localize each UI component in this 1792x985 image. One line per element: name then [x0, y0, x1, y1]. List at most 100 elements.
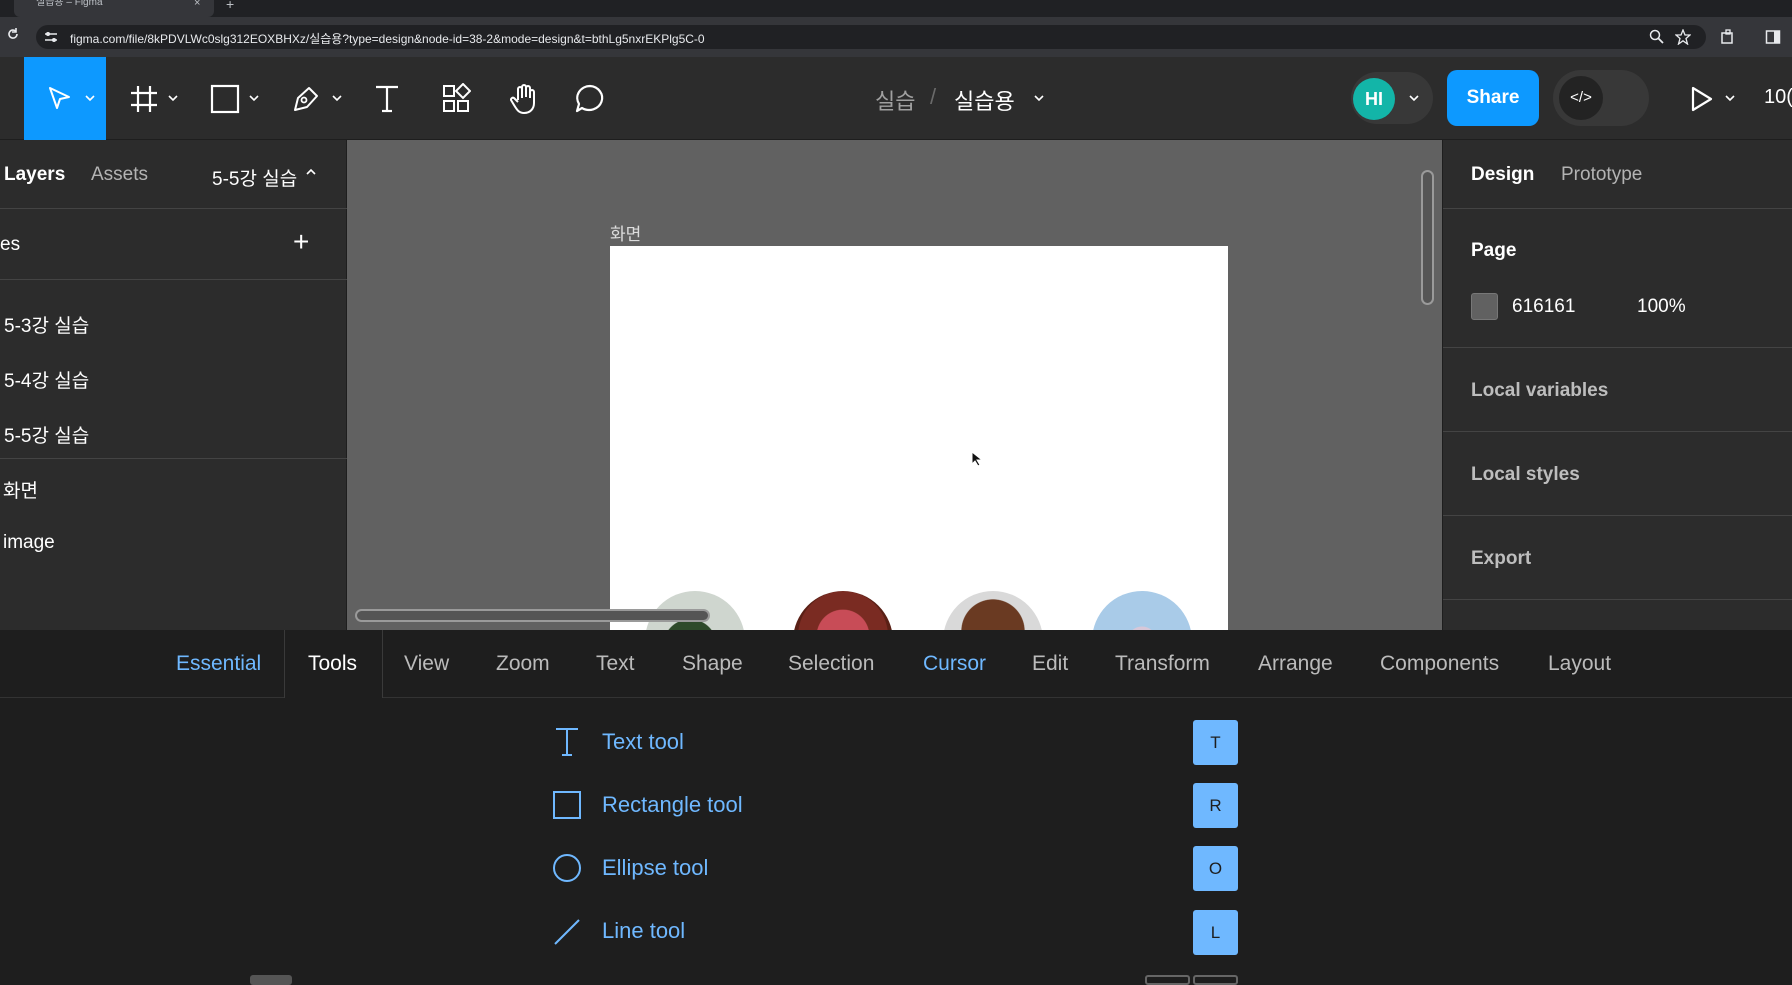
tab-tools[interactable]: Tools [308, 652, 357, 676]
ellipse-tool-icon [553, 854, 581, 882]
tab-cursor[interactable]: Cursor [923, 652, 986, 676]
page-selector[interactable]: 5-5강 실습 [212, 164, 297, 191]
tab-selection[interactable]: Selection [788, 652, 874, 676]
new-tab-button[interactable]: + [226, 0, 234, 12]
file-menu-chevron-icon[interactable] [1033, 93, 1045, 103]
browser-tab-strip [0, 0, 1792, 17]
chevron-down-icon[interactable] [84, 93, 96, 103]
shortcut-label-ellipse-tool: Ellipse tool [602, 855, 709, 880]
resources-tool-icon[interactable] [441, 83, 471, 115]
divider [1443, 599, 1792, 600]
tab-layout[interactable]: Layout [1548, 652, 1611, 676]
tab-text[interactable]: Text [596, 652, 635, 676]
shortcut-label-rectangle-tool: Rectangle tool [602, 792, 743, 817]
divider [1443, 515, 1792, 516]
chevron-up-icon[interactable] [305, 167, 317, 177]
browser-tab[interactable]: 실습용 – Figma [14, 0, 214, 17]
tab-design[interactable]: Design [1471, 164, 1534, 186]
tab-transform[interactable]: Transform [1115, 652, 1210, 676]
page-color-opacity-input[interactable]: 100% [1637, 296, 1686, 318]
page-selector-label: 5-5강 실습 [212, 169, 298, 190]
local-variables-section[interactable]: Local variables [1471, 380, 1608, 402]
side-panel-icon[interactable] [1765, 29, 1781, 45]
text-tool-icon [556, 728, 578, 756]
tab-assets[interactable]: Assets [91, 164, 148, 186]
chevron-down-icon[interactable] [167, 93, 179, 103]
hand-tool-icon[interactable] [508, 82, 542, 116]
frame-label[interactable]: 화면 [610, 220, 641, 245]
breadcrumb-separator: / [930, 84, 937, 109]
frame[interactable] [610, 246, 1228, 630]
line-tool-icon [554, 919, 580, 945]
food-image-circle[interactable] [793, 591, 893, 630]
vertical-scrollbar[interactable] [1421, 170, 1434, 305]
shortcut-key-fragment [1193, 975, 1238, 985]
frame-tool-icon[interactable] [129, 84, 159, 114]
shortcut-key-t: T [1193, 720, 1238, 765]
zoom-magnifier-icon[interactable] [1649, 29, 1665, 45]
shortcut-key-o: O [1193, 846, 1238, 891]
tab-layers[interactable]: Layers [4, 164, 65, 186]
divider [1443, 431, 1792, 432]
text-tool-icon[interactable] [372, 83, 402, 115]
present-play-icon[interactable] [1689, 85, 1715, 113]
shortcut-key-fragment [1145, 975, 1190, 985]
site-settings-icon[interactable] [44, 30, 58, 44]
page-item-current[interactable]: 5-5강 실습 [4, 421, 89, 448]
page-color-hex-input[interactable]: 616161 [1512, 296, 1575, 318]
page-item[interactable]: 5-3강 실습 [4, 311, 89, 338]
food-image-circle[interactable] [943, 591, 1043, 630]
shortcut-key-r: R [1193, 783, 1238, 828]
tab-arrange[interactable]: Arrange [1258, 652, 1333, 676]
tab-components[interactable]: Components [1380, 652, 1499, 676]
rectangle-tool-icon [553, 791, 581, 819]
shortcuts-tab-bar [0, 630, 1792, 698]
chevron-down-icon[interactable] [1408, 93, 1420, 103]
chevron-down-icon[interactable] [331, 93, 343, 103]
tab-prototype[interactable]: Prototype [1561, 164, 1642, 186]
tab-zoom[interactable]: Zoom [496, 652, 550, 676]
layer-item-frame[interactable]: 화면 [3, 476, 38, 503]
divider [0, 458, 347, 459]
divider [1443, 347, 1792, 348]
divider [0, 208, 347, 209]
avatar[interactable]: HI [1353, 78, 1395, 120]
breadcrumb-project[interactable]: 실습 [875, 84, 915, 116]
share-button[interactable]: Share [1447, 70, 1539, 126]
local-styles-section[interactable]: Local styles [1471, 464, 1580, 486]
page-color-swatch[interactable] [1471, 293, 1498, 320]
tab-shape[interactable]: Shape [682, 652, 743, 676]
tab-essential[interactable]: Essential [176, 652, 261, 676]
zoom-level[interactable]: 10( [1764, 86, 1792, 109]
shortcut-key-l: L [1193, 910, 1238, 955]
horizontal-scrollbar[interactable] [355, 609, 710, 622]
tab-edit[interactable]: Edit [1032, 652, 1068, 676]
url-text: figma.com/file/8kPDVLWc0slg312EOXBHXz/실습… [70, 32, 705, 46]
browser-tab-title: 실습용 – Figma [36, 0, 103, 8]
dev-mode-icon[interactable]: </> [1559, 76, 1603, 120]
shortcut-key-fragment [250, 975, 292, 985]
food-image-circle[interactable] [1092, 591, 1192, 630]
page-section-title: Page [1471, 240, 1517, 261]
pen-tool-icon[interactable] [291, 84, 321, 114]
divider [0, 279, 347, 280]
layer-item-image[interactable]: image [3, 532, 55, 554]
mouse-pointer-icon [971, 451, 984, 467]
tab-close-icon[interactable]: × [194, 0, 200, 9]
export-section[interactable]: Export [1471, 548, 1531, 570]
shortcut-label-text-tool: Text tool [602, 729, 684, 754]
file-name[interactable]: 실습용 [954, 84, 1015, 116]
move-cursor-icon [49, 87, 70, 109]
comment-tool-icon[interactable] [574, 83, 606, 115]
shortcut-label-line-tool: Line tool [602, 918, 686, 943]
add-page-button[interactable]: + [293, 228, 309, 256]
tab-view[interactable]: View [404, 652, 449, 676]
page-item[interactable]: 5-4강 실습 [4, 366, 89, 393]
chevron-down-icon[interactable] [1724, 93, 1736, 103]
shape-tool-icon[interactable] [210, 84, 240, 114]
bookmark-star-icon[interactable] [1675, 29, 1691, 45]
extensions-icon[interactable] [1720, 29, 1736, 45]
chevron-down-icon[interactable] [248, 93, 260, 103]
reload-icon[interactable] [6, 27, 20, 41]
pages-header: es [0, 234, 21, 255]
